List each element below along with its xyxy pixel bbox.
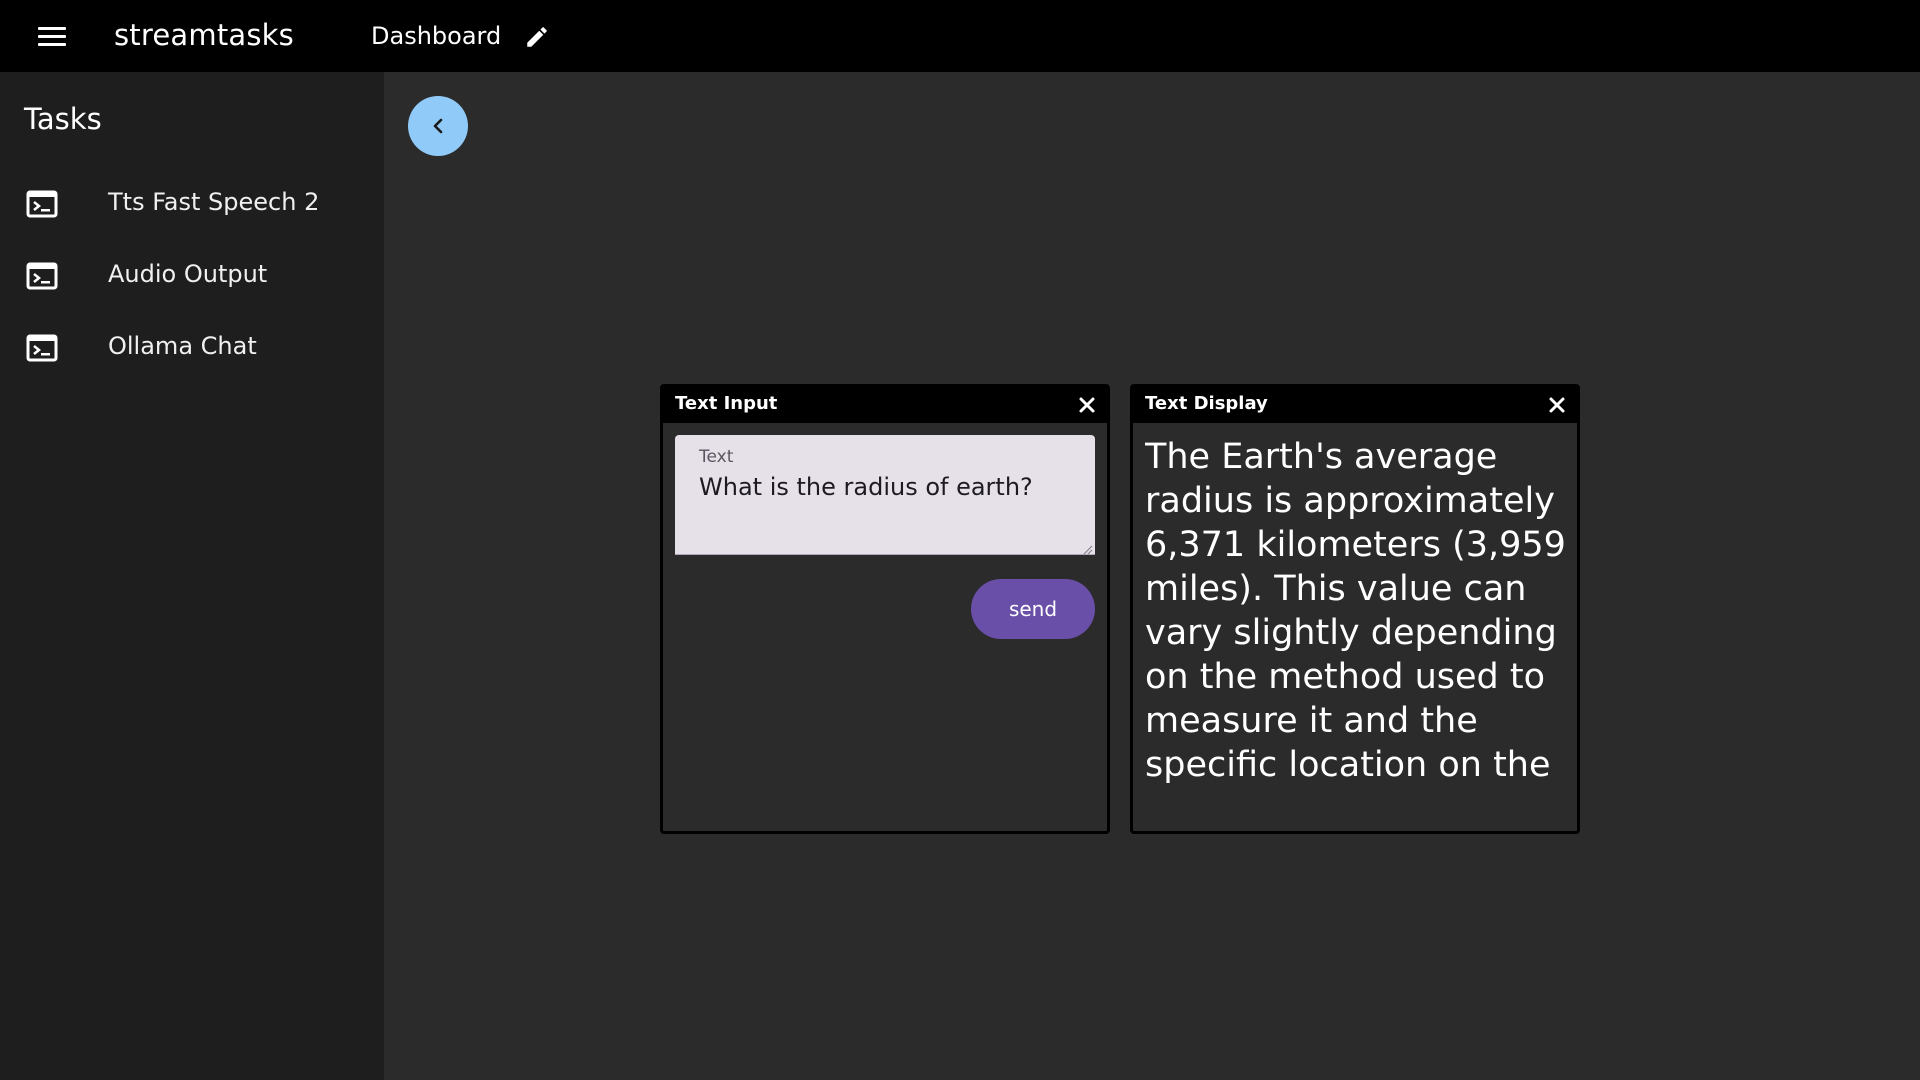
text-field-label: Text bbox=[699, 447, 734, 467]
terminal-icon bbox=[26, 262, 58, 290]
text-field-value: What is the radius of earth? bbox=[699, 473, 1033, 501]
sidebar-item-tts-fast-speech-2[interactable]: Tts Fast Speech 2 bbox=[0, 174, 384, 234]
widget-header[interactable]: Text Input bbox=[663, 387, 1107, 423]
sidebar-item-label: Tts Fast Speech 2 bbox=[108, 188, 320, 216]
send-button[interactable]: send bbox=[971, 579, 1095, 639]
text-input-widget: Text Input Text What is the radius of ea… bbox=[660, 384, 1110, 834]
tasks-sidebar: Tasks Tts Fast Speech 2 Audio Output Oll… bbox=[0, 72, 384, 1080]
text-display-widget: Text Display The Earth's average radius … bbox=[1130, 384, 1580, 834]
close-icon[interactable] bbox=[1077, 395, 1097, 415]
sidebar-item-label: Audio Output bbox=[108, 260, 268, 288]
terminal-icon bbox=[26, 190, 58, 218]
app-bar: streamtasks Dashboard bbox=[0, 0, 1920, 72]
close-icon[interactable] bbox=[1547, 395, 1567, 415]
sidebar-item-audio-output[interactable]: Audio Output bbox=[0, 246, 384, 306]
hamburger-menu-icon[interactable] bbox=[38, 22, 70, 50]
display-text-content: The Earth's average radius is approximat… bbox=[1145, 437, 1566, 785]
app-title: streamtasks bbox=[114, 18, 294, 52]
widget-title: Text Display bbox=[1145, 393, 1268, 414]
dashboard-title: Dashboard bbox=[371, 22, 502, 50]
sidebar-item-label: Ollama Chat bbox=[108, 332, 257, 360]
collapse-sidebar-button[interactable] bbox=[408, 96, 468, 156]
pencil-icon[interactable] bbox=[524, 24, 550, 50]
sidebar-item-ollama-chat[interactable]: Ollama Chat bbox=[0, 318, 384, 378]
sidebar-title: Tasks bbox=[24, 102, 102, 136]
chevron-left-icon bbox=[433, 118, 443, 134]
widget-title: Text Input bbox=[675, 393, 778, 414]
text-input-field[interactable]: Text What is the radius of earth? bbox=[675, 435, 1095, 555]
resize-handle[interactable] bbox=[1081, 540, 1093, 555]
terminal-icon bbox=[26, 334, 58, 362]
widget-header[interactable]: Text Display bbox=[1133, 387, 1577, 423]
